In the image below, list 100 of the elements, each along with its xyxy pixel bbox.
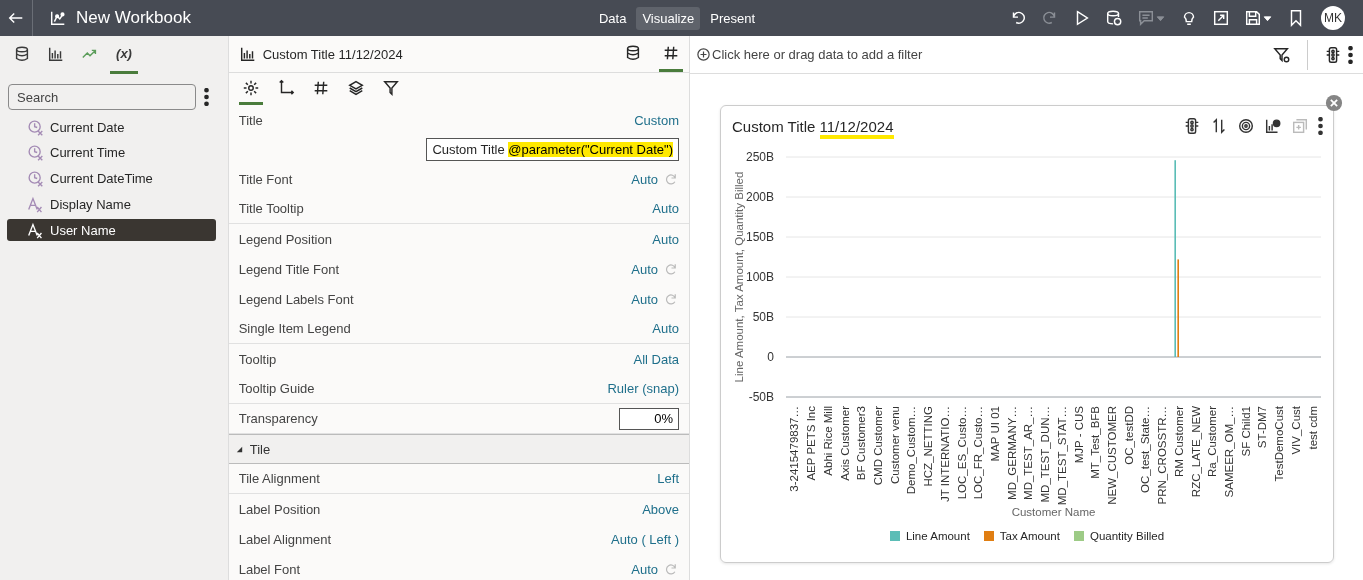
- x-tick-label: 3-2415479837…: [788, 406, 801, 492]
- property-label: Label Position: [238, 501, 322, 517]
- x-tick-label: test cdm: [1306, 406, 1319, 450]
- property-value-link[interactable]: Ruler (snap): [607, 381, 679, 396]
- legend-label: Quantity Billed: [1089, 530, 1165, 542]
- datetime-icon: [27, 170, 44, 188]
- more-icon: [1318, 117, 1323, 135]
- y-tick-label: 150B: [745, 230, 774, 244]
- search-field[interactable]: Search: [8, 84, 196, 110]
- property-label: Legend Title Font: [238, 261, 341, 277]
- x-tick-label: OC_testDD: [1122, 406, 1135, 465]
- x-tick-label: Ra_Customer: [1206, 406, 1219, 477]
- property-value-link[interactable]: Auto: [652, 321, 679, 336]
- variable-item[interactable]: Current Time: [7, 141, 216, 164]
- chartdot-button[interactable]: [1264, 117, 1282, 135]
- mode-tab[interactable]: Data: [592, 6, 633, 30]
- save-icon: [1244, 9, 1262, 27]
- legend-swatch: [889, 531, 900, 541]
- traffic-icon: [1324, 45, 1342, 64]
- property-value-link[interactable]: Auto: [631, 561, 658, 577]
- x-axis-title: Customer Name: [1011, 506, 1096, 518]
- visualization-title: Custom Title 11/12/2024: [262, 46, 403, 62]
- property-label: Tooltip Guide: [238, 381, 316, 396]
- variable-item[interactable]: Current DateTime: [7, 167, 216, 190]
- title-expression-field[interactable]: Custom Title @parameter("Current Date"): [426, 138, 679, 161]
- text-icon: [27, 221, 44, 239]
- comment-icon: [1137, 9, 1155, 27]
- duplicate-icon: [1291, 117, 1309, 135]
- x-tick-label: SF Child1: [1239, 406, 1252, 457]
- x-tick-label: Axis Customer: [838, 406, 851, 481]
- more-icon: [204, 88, 209, 106]
- user-avatar[interactable]: MK: [1321, 6, 1345, 30]
- chartdot-icon: [1264, 117, 1282, 135]
- x-tick-label: MT_Test_BFB: [1089, 406, 1102, 479]
- target-button[interactable]: [1237, 117, 1255, 135]
- y-tick-label: 250B: [745, 150, 774, 164]
- transparency-field[interactable]: 0%: [619, 407, 679, 430]
- more-icon: [1348, 45, 1353, 64]
- x-tick-label: MAP UI 01: [989, 406, 1001, 462]
- x-tick-label: MD_TEST_AR_…: [1022, 406, 1035, 500]
- x-tick-label: MD_TEST_STAT…: [1055, 406, 1068, 506]
- close-icon: [1325, 94, 1343, 112]
- legend-swatch: [983, 531, 994, 541]
- x-tick-label: Demo_Custom…: [905, 406, 918, 495]
- x-tick-label: OC_test_State…: [1139, 406, 1152, 493]
- export-button[interactable]: [1212, 9, 1230, 27]
- reset-icon: [664, 171, 679, 187]
- y-tick-label: -50B: [748, 390, 774, 404]
- more-button[interactable]: [1318, 117, 1323, 135]
- filter-icon: [381, 78, 400, 97]
- property-label: Label Alignment: [238, 531, 333, 547]
- variable-item[interactable]: Current Date: [7, 116, 216, 138]
- x-tick-label: RZC_LATE_NEW: [1189, 406, 1202, 498]
- filter-drop-zone[interactable]: Click here or drag data to add a filter: [696, 47, 923, 62]
- property-value-link[interactable]: Auto: [631, 291, 658, 307]
- property-label: Title Font: [238, 171, 294, 187]
- variables-tab[interactable]: (x): [110, 36, 138, 74]
- x-tick-label: MJP - CUS: [1072, 406, 1085, 464]
- property-value-link[interactable]: Auto: [652, 201, 679, 216]
- property-value-link[interactable]: Auto: [631, 261, 658, 277]
- datetime-icon: [27, 118, 44, 136]
- mode-tab[interactable]: Present: [704, 6, 762, 30]
- text-icon: [27, 195, 44, 213]
- gear-icon: [241, 78, 260, 97]
- property-value-link[interactable]: Above: [642, 501, 679, 517]
- variable-item[interactable]: Display Name: [7, 193, 216, 216]
- x-tick-label: SAMEER_OM_…: [1223, 406, 1236, 498]
- x-tick-label: Abhi Rice Mill: [821, 406, 834, 476]
- property-value-link[interactable]: Left: [657, 471, 679, 486]
- database-icon: [624, 43, 642, 62]
- target-icon: [1237, 117, 1255, 135]
- x-tick-label: CMD Customer: [871, 406, 884, 486]
- layers-icon: [346, 78, 365, 97]
- save-button[interactable]: [1244, 9, 1273, 27]
- property-value-link[interactable]: Custom: [634, 112, 679, 128]
- property-label: Label Font: [238, 561, 302, 577]
- triangle-icon: [234, 444, 244, 454]
- property-value-link[interactable]: Auto: [631, 171, 658, 187]
- traffic-button[interactable]: [1183, 117, 1201, 135]
- section-header[interactable]: Tile: [228, 434, 689, 464]
- x-tick-label: PRN_CROSSTR…: [1156, 406, 1169, 505]
- sort-button[interactable]: [1210, 117, 1228, 135]
- mode-tab[interactable]: Visualize: [636, 6, 701, 30]
- property-value-link[interactable]: Auto ( Left ): [611, 531, 679, 547]
- x-tick-label: ST-DM7: [1256, 406, 1269, 449]
- plus-circle-icon: [696, 47, 711, 62]
- y-tick-label: 200B: [745, 190, 774, 204]
- dbrefresh-button[interactable]: [1105, 9, 1123, 27]
- property-value-link[interactable]: Auto: [652, 231, 679, 247]
- property-label: Single Item Legend: [238, 321, 352, 336]
- datetime-icon: [27, 144, 44, 162]
- barchart-icon: [238, 45, 257, 63]
- x-tick-label: AEP PETS Inc: [805, 406, 818, 481]
- workbook-icon: [49, 9, 67, 27]
- x-tick-label: BF Customer3: [855, 406, 868, 481]
- variable-item[interactable]: User Name: [7, 219, 216, 242]
- reset-icon: [664, 291, 679, 307]
- x-tick-label: VIV_Cust: [1289, 406, 1302, 455]
- traffic-icon: [1183, 117, 1201, 135]
- property-value-link[interactable]: All Data: [633, 351, 679, 367]
